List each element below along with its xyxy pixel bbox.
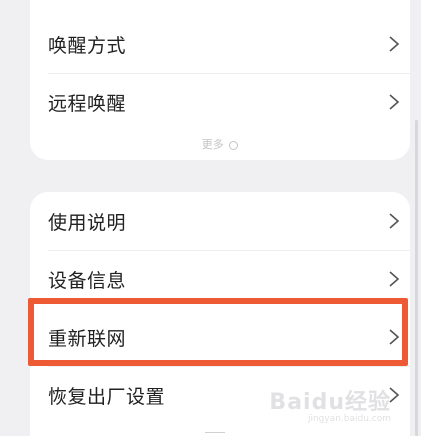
remote-wake-label: 远程唤醒 [48, 92, 127, 115]
user-guide-label: 使用说明 [48, 211, 127, 234]
watermark-sub: jingyan.baidu.com [307, 414, 391, 424]
settings-card-top: 唤醒方式 远程唤醒 更多 [30, 0, 410, 160]
factory-reset-label: 恢复出厂设置 [48, 385, 166, 408]
more-toggle[interactable]: 更多 [30, 136, 410, 152]
chevron-right-icon [389, 271, 400, 287]
watermark-text: Baidu经验 [269, 390, 391, 415]
remote-wake-row[interactable]: 远程唤醒 [30, 73, 410, 131]
chevron-right-icon [389, 94, 400, 110]
chevron-right-icon [389, 213, 400, 229]
user-guide-row[interactable]: 使用说明 [30, 192, 410, 250]
wake-mode-row[interactable]: 唤醒方式 [30, 15, 410, 73]
highlight-box [28, 298, 408, 366]
more-hint [205, 432, 225, 436]
more-label: 更多 [201, 138, 224, 151]
watermark-logo: Baidu经验 jingyan.baidu.com [269, 384, 391, 424]
device-info-label: 设备信息 [48, 269, 127, 292]
chevron-down-icon [229, 140, 239, 150]
wake-mode-label: 唤醒方式 [48, 34, 127, 57]
chevron-right-icon [389, 36, 400, 52]
scrollbar[interactable] [415, 120, 418, 436]
